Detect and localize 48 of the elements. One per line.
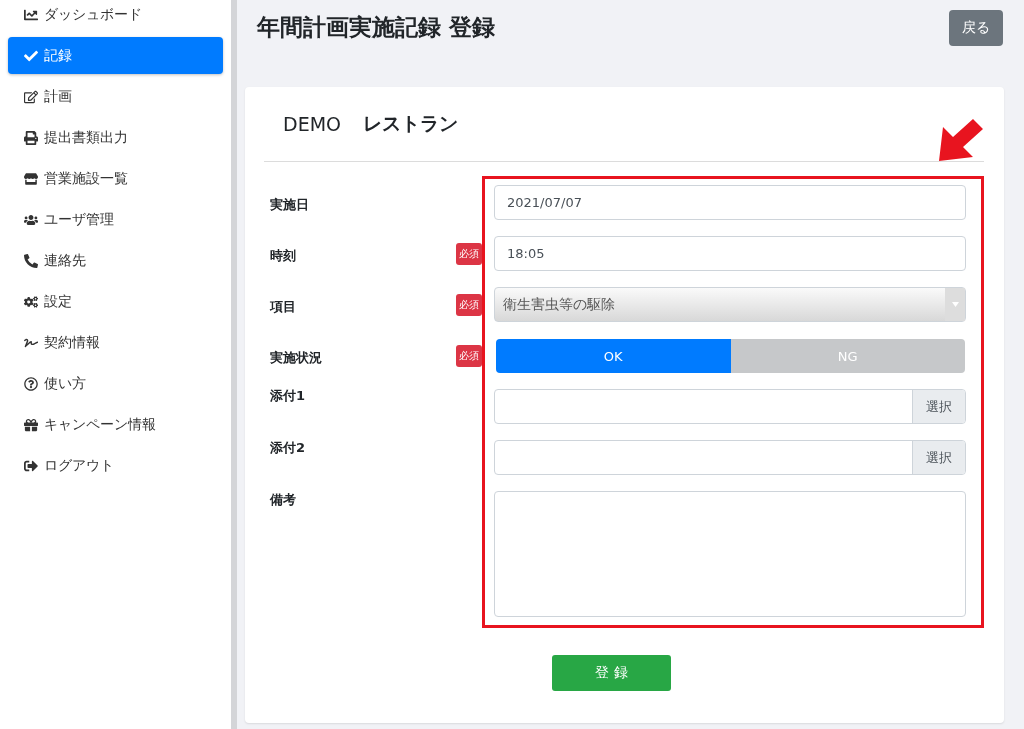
field-label: 時刻 bbox=[270, 247, 296, 265]
arrow-icon bbox=[937, 117, 985, 163]
toggle-option[interactable]: OK bbox=[496, 339, 731, 373]
logout-icon bbox=[24, 458, 38, 473]
input-field[interactable]: 18:05 bbox=[494, 236, 966, 271]
input-field[interactable]: 2021/07/07 bbox=[494, 185, 966, 220]
users-icon bbox=[24, 212, 38, 227]
file-field[interactable]: 選択 bbox=[494, 440, 966, 475]
select-field[interactable]: 衛生害虫等の駆除 bbox=[494, 287, 966, 322]
sidebar-item[interactable]: 使い方 bbox=[8, 365, 223, 402]
file-field[interactable]: 選択 bbox=[494, 389, 966, 424]
sidebar-item[interactable]: ダッシュボード bbox=[8, 0, 223, 33]
field-label: 備考 bbox=[270, 491, 296, 509]
textarea-field[interactable] bbox=[494, 491, 966, 617]
store-name: レストラン bbox=[363, 111, 458, 136]
required-badge: 必須 bbox=[456, 243, 482, 265]
sidebar-item[interactable]: ログアウト bbox=[8, 447, 223, 484]
sidebar-item[interactable]: 契約情報 bbox=[8, 324, 223, 361]
sidebar-item[interactable]: 計画 bbox=[8, 78, 223, 115]
settings-icon bbox=[24, 294, 38, 309]
required-badge: 必須 bbox=[456, 294, 482, 316]
sidebar-item[interactable]: 営業施設一覧 bbox=[8, 160, 223, 197]
sidebar-item[interactable]: ユーザ管理 bbox=[8, 201, 223, 238]
printer-icon bbox=[24, 130, 38, 145]
field-label: 添付1 bbox=[270, 387, 306, 405]
store-icon bbox=[24, 171, 38, 186]
gift-icon bbox=[24, 417, 38, 432]
chart-icon bbox=[24, 7, 38, 22]
check-icon bbox=[24, 48, 38, 63]
sidebar-item[interactable]: 提出書類出力 bbox=[8, 119, 223, 156]
sidebar-item[interactable]: 設定 bbox=[8, 283, 223, 320]
sidebar-item[interactable]: 記録 bbox=[8, 37, 223, 74]
field-label: 実施日 bbox=[270, 196, 309, 214]
sidebar-item[interactable]: キャンペーン情報 bbox=[8, 406, 223, 443]
select-file-button[interactable]: 選択 bbox=[912, 390, 965, 423]
edit-icon bbox=[24, 89, 38, 104]
field-label: 実施状況 bbox=[270, 349, 322, 367]
caret-icon bbox=[951, 302, 959, 307]
sidebar-item[interactable]: 連絡先 bbox=[8, 242, 223, 279]
required-badge: 必須 bbox=[456, 345, 482, 367]
phone-icon bbox=[24, 253, 38, 268]
field-label: 添付2 bbox=[270, 439, 306, 457]
page-title: 年間計画実施記録 登録 bbox=[257, 13, 495, 42]
select-file-button[interactable]: 選択 bbox=[912, 441, 965, 474]
field-label: 項目 bbox=[270, 298, 296, 316]
help-icon bbox=[24, 376, 38, 391]
store-code: DEMO bbox=[283, 113, 341, 135]
back-button[interactable]: 戻る bbox=[949, 10, 1003, 46]
